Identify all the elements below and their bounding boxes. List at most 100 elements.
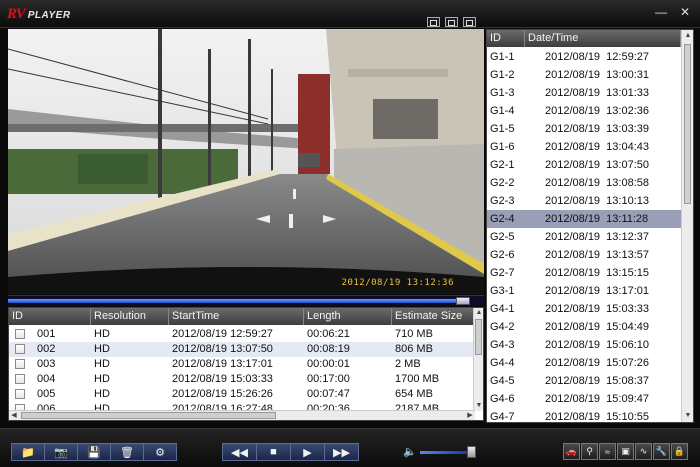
single-view-icon[interactable] bbox=[427, 17, 440, 27]
list-item[interactable]: G4-3 2012/08/19 15:06:10 bbox=[487, 336, 681, 354]
open-folder-icon[interactable]: 📁 bbox=[11, 443, 45, 461]
video-player[interactable]: 2012/08/19 13:12:36 bbox=[8, 29, 484, 294]
list-item[interactable]: G1-3 2012/08/19 13:01:33 bbox=[487, 84, 681, 102]
seek-bar[interactable] bbox=[8, 295, 484, 306]
col-starttime[interactable]: StartTime bbox=[169, 308, 304, 325]
volume-icon[interactable]: 🔈 bbox=[403, 445, 417, 458]
event-list-vscroll[interactable]: ▲ ▼ bbox=[681, 30, 693, 422]
dual-view-icon[interactable] bbox=[445, 17, 458, 27]
quad-view-icon[interactable] bbox=[463, 17, 476, 27]
logo-player: PLAYER bbox=[27, 10, 71, 21]
list-item[interactable]: G2-3 2012/08/19 13:10:13 bbox=[487, 192, 681, 210]
list-item[interactable]: G1-2 2012/08/19 13:00:31 bbox=[487, 66, 681, 84]
volume-slider[interactable] bbox=[420, 451, 467, 454]
list-item[interactable]: G4-4 2012/08/19 15:07:26 bbox=[487, 354, 681, 372]
id-cell: 002 bbox=[9, 342, 91, 357]
event-datetime: 2012/08/19 13:11:28 bbox=[545, 213, 649, 225]
col-estimate-size[interactable]: Estimate Size bbox=[392, 308, 475, 325]
file-list-vthumb[interactable] bbox=[475, 319, 482, 355]
size-cell: 2 MB bbox=[395, 358, 421, 370]
list-item[interactable]: G2-6 2012/08/19 13:13:57 bbox=[487, 246, 681, 264]
resolution-cell: HD bbox=[94, 358, 110, 370]
list-item[interactable]: G4-7 2012/08/19 15:10:55 bbox=[487, 408, 681, 422]
seek-thumb[interactable] bbox=[455, 297, 470, 305]
row-checkbox[interactable] bbox=[15, 389, 25, 399]
event-list-vthumb[interactable] bbox=[684, 44, 691, 204]
event-id: G2-3 bbox=[490, 195, 515, 207]
graph-icon[interactable]: ∿ bbox=[635, 443, 652, 460]
rewind-icon[interactable]: ◀◀ bbox=[222, 443, 257, 461]
file-list-hscroll[interactable]: ◀ ▶ bbox=[9, 410, 475, 420]
starttime-cell: 2012/08/19 15:03:33 bbox=[172, 373, 273, 385]
map-icon[interactable]: ▣ bbox=[617, 443, 634, 460]
list-item[interactable]: G1-4 2012/08/19 13:02:36 bbox=[487, 102, 681, 120]
snapshot-camera-icon[interactable]: 📷 bbox=[44, 443, 78, 461]
title-bar: RV PLAYER — ✕ bbox=[0, 0, 700, 28]
settings-gear-icon[interactable]: ⚙ bbox=[143, 443, 177, 461]
resolution-cell: HD bbox=[94, 328, 110, 340]
col-length[interactable]: Length bbox=[304, 308, 392, 325]
list-item[interactable]: G2-5 2012/08/19 13:12:37 bbox=[487, 228, 681, 246]
col-event-datetime[interactable]: Date/Time bbox=[525, 30, 681, 47]
scroll-up-icon[interactable]: ▲ bbox=[683, 31, 693, 41]
event-id: G1-1 bbox=[490, 51, 515, 63]
volume-thumb[interactable] bbox=[466, 446, 476, 458]
table-row[interactable]: 004 HD 2012/08/19 15:03:33 00:17:00 1700 MB bbox=[9, 372, 475, 387]
stop-icon[interactable]: ■ bbox=[256, 443, 291, 461]
event-id: G1-4 bbox=[490, 105, 515, 117]
length-cell: 00:08:19 bbox=[307, 343, 350, 355]
col-resolution[interactable]: Resolution bbox=[91, 308, 169, 325]
minimize-icon[interactable]: — bbox=[654, 5, 668, 19]
col-id[interactable]: ID bbox=[9, 308, 91, 325]
scroll-left-icon[interactable]: ◀ bbox=[9, 411, 19, 420]
table-row[interactable]: 001 HD 2012/08/19 12:59:27 00:06:21 710 MB bbox=[9, 327, 475, 342]
table-row[interactable]: 005 HD 2012/08/19 15:26:26 00:07:47 654 MB bbox=[9, 387, 475, 402]
scroll-right-icon[interactable]: ▶ bbox=[465, 411, 475, 420]
list-item[interactable]: G4-5 2012/08/19 15:08:37 bbox=[487, 372, 681, 390]
list-item[interactable]: G3-1 2012/08/19 13:17:01 bbox=[487, 282, 681, 300]
close-icon[interactable]: ✕ bbox=[678, 5, 692, 19]
row-checkbox[interactable] bbox=[15, 359, 25, 369]
length-cell: 00:06:21 bbox=[307, 328, 350, 340]
list-item[interactable]: G1-6 2012/08/19 13:04:43 bbox=[487, 138, 681, 156]
list-item[interactable]: G4-1 2012/08/19 15:03:33 bbox=[487, 300, 681, 318]
event-datetime: 2012/08/19 15:09:47 bbox=[545, 393, 649, 405]
gps-icon[interactable]: ⚲ bbox=[581, 443, 598, 460]
scroll-up-icon[interactable]: ▲ bbox=[474, 308, 483, 318]
list-item[interactable]: G2-1 2012/08/19 13:07:50 bbox=[487, 156, 681, 174]
save-disk-icon[interactable]: 💾 bbox=[77, 443, 111, 461]
event-id: G2-4 bbox=[490, 213, 515, 225]
size-cell: 710 MB bbox=[395, 328, 433, 340]
car-icon[interactable]: 🚗 bbox=[563, 443, 580, 460]
event-id: G1-3 bbox=[490, 87, 515, 99]
file-list-hthumb[interactable] bbox=[21, 412, 276, 419]
row-checkbox[interactable] bbox=[15, 344, 25, 354]
delete-trash-icon[interactable]: 🗑 bbox=[110, 443, 144, 461]
file-list-vscroll[interactable]: ▲ ▼ bbox=[473, 308, 483, 411]
speed-icon[interactable]: ≈ bbox=[599, 443, 616, 460]
list-item[interactable]: G1-1 2012/08/19 12:59:27 bbox=[487, 48, 681, 66]
row-checkbox[interactable] bbox=[15, 374, 25, 384]
table-row[interactable]: 003 HD 2012/08/19 13:17:01 00:00:01 2 MB bbox=[9, 357, 475, 372]
event-datetime: 2012/08/19 13:00:31 bbox=[545, 69, 649, 81]
file-id: 004 bbox=[37, 373, 56, 385]
list-item[interactable]: G4-6 2012/08/19 15:09:47 bbox=[487, 390, 681, 408]
col-event-id[interactable]: ID bbox=[487, 30, 525, 47]
list-item[interactable]: G1-5 2012/08/19 13:03:39 bbox=[487, 120, 681, 138]
list-item[interactable]: G2-2 2012/08/19 13:08:58 bbox=[487, 174, 681, 192]
list-item[interactable]: G4-2 2012/08/19 15:04:49 bbox=[487, 318, 681, 336]
id-cell: 003 bbox=[9, 357, 91, 372]
table-row[interactable]: 002 HD 2012/08/19 13:07:50 00:08:19 806 MB bbox=[9, 342, 475, 357]
tools-icon[interactable]: 🔧 bbox=[653, 443, 670, 460]
list-item[interactable]: G2-7 2012/08/19 13:15:15 bbox=[487, 264, 681, 282]
scroll-down-icon[interactable]: ▼ bbox=[474, 401, 483, 411]
event-datetime: 2012/08/19 15:03:33 bbox=[545, 303, 649, 315]
fast-forward-icon[interactable]: ▶▶ bbox=[324, 443, 359, 461]
size-cell: 654 MB bbox=[395, 388, 433, 400]
lock-icon[interactable]: 🔒 bbox=[671, 443, 688, 460]
scroll-down-icon[interactable]: ▼ bbox=[683, 411, 693, 421]
play-icon[interactable]: ▶ bbox=[290, 443, 325, 461]
playback-controls: ◀◀ ■ ▶ ▶▶ bbox=[222, 443, 359, 461]
list-item[interactable]: G2-4 2012/08/19 13:11:28 bbox=[487, 210, 681, 228]
row-checkbox[interactable] bbox=[15, 329, 25, 339]
